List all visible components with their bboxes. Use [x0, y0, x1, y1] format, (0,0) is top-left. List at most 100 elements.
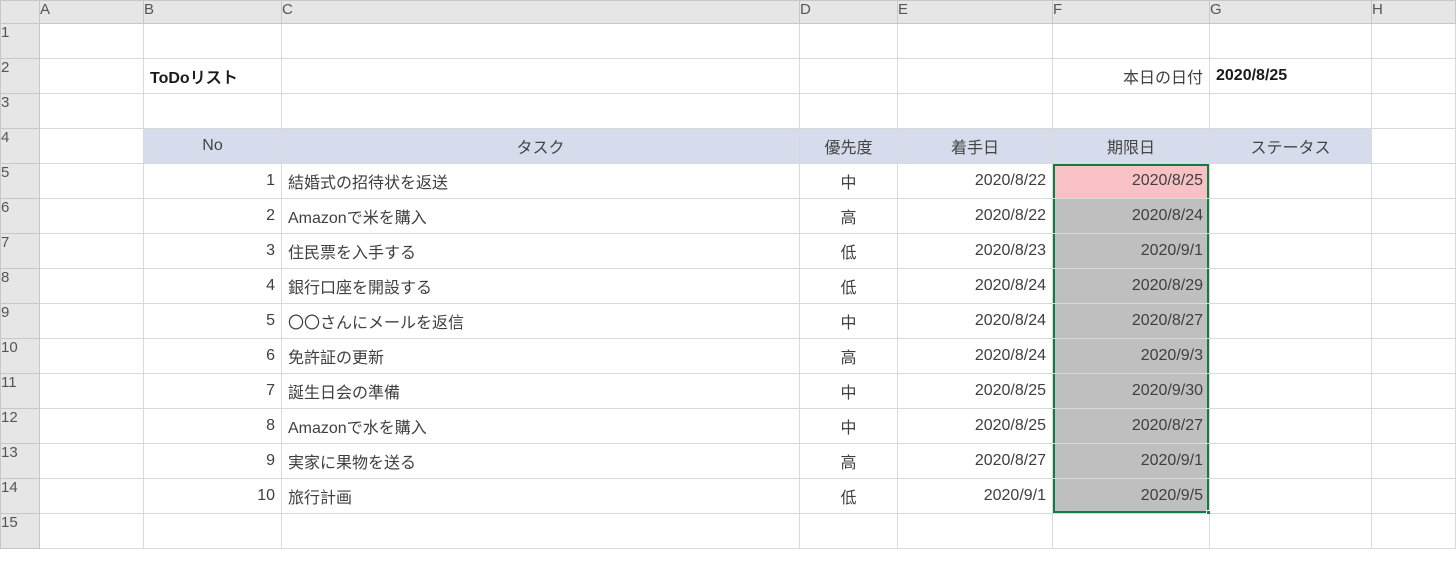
cell-A9[interactable]: [40, 304, 144, 339]
row-header-7[interactable]: 7: [0, 234, 40, 269]
cell-A14[interactable]: [40, 479, 144, 514]
cell-A11[interactable]: [40, 374, 144, 409]
cell-status[interactable]: [1210, 409, 1372, 444]
header-no[interactable]: No: [144, 129, 282, 164]
col-header-G[interactable]: G: [1210, 0, 1372, 24]
header-task[interactable]: タスク: [282, 129, 800, 164]
cell-start[interactable]: 2020/8/23: [898, 234, 1053, 269]
cell-due[interactable]: 2020/9/1: [1053, 234, 1210, 269]
cell-start[interactable]: 2020/9/1: [898, 479, 1053, 514]
cell-status[interactable]: [1210, 479, 1372, 514]
cell-E2[interactable]: [898, 59, 1053, 94]
cell-priority[interactable]: 中: [800, 409, 898, 444]
cell-no[interactable]: 2: [144, 199, 282, 234]
cell-H2[interactable]: [1372, 59, 1456, 94]
cell-A2[interactable]: [40, 59, 144, 94]
cell-no[interactable]: 4: [144, 269, 282, 304]
cell-no[interactable]: 6: [144, 339, 282, 374]
cell-due[interactable]: 2020/8/29: [1053, 269, 1210, 304]
cell-priority[interactable]: 中: [800, 164, 898, 199]
cell-priority[interactable]: 中: [800, 374, 898, 409]
cell-no[interactable]: 1: [144, 164, 282, 199]
cell-C15[interactable]: [282, 514, 800, 549]
cell-no[interactable]: 10: [144, 479, 282, 514]
cell-A6[interactable]: [40, 199, 144, 234]
cell-start[interactable]: 2020/8/27: [898, 444, 1053, 479]
cell-task[interactable]: 〇〇さんにメールを返信: [282, 304, 800, 339]
cell-H5[interactable]: [1372, 164, 1456, 199]
cell-F2-today-label[interactable]: 本日の日付: [1053, 59, 1210, 94]
col-header-C[interactable]: C: [282, 0, 800, 24]
header-priority[interactable]: 優先度: [800, 129, 898, 164]
cell-due[interactable]: 2020/8/25: [1053, 164, 1210, 199]
header-start[interactable]: 着手日: [898, 129, 1053, 164]
cell-A10[interactable]: [40, 339, 144, 374]
cell-due[interactable]: 2020/9/5: [1053, 479, 1210, 514]
cell-H6[interactable]: [1372, 199, 1456, 234]
cell-start[interactable]: 2020/8/24: [898, 269, 1053, 304]
cell-F15[interactable]: [1053, 514, 1210, 549]
cell-status[interactable]: [1210, 199, 1372, 234]
cell-no[interactable]: 5: [144, 304, 282, 339]
cell-A1[interactable]: [40, 24, 144, 59]
col-header-D[interactable]: D: [800, 0, 898, 24]
cell-priority[interactable]: 中: [800, 304, 898, 339]
cell-H3[interactable]: [1372, 94, 1456, 129]
cell-G3[interactable]: [1210, 94, 1372, 129]
cell-task[interactable]: 実家に果物を送る: [282, 444, 800, 479]
cell-task[interactable]: Amazonで水を購入: [282, 409, 800, 444]
cell-H15[interactable]: [1372, 514, 1456, 549]
cell-due[interactable]: 2020/8/27: [1053, 304, 1210, 339]
cell-D1[interactable]: [800, 24, 898, 59]
cell-start[interactable]: 2020/8/25: [898, 374, 1053, 409]
cell-C2[interactable]: [282, 59, 800, 94]
cell-B1[interactable]: [144, 24, 282, 59]
row-header-13[interactable]: 13: [0, 444, 40, 479]
header-status[interactable]: ステータス: [1210, 129, 1372, 164]
cell-F3[interactable]: [1053, 94, 1210, 129]
cell-due[interactable]: 2020/9/3: [1053, 339, 1210, 374]
cell-due[interactable]: 2020/9/1: [1053, 444, 1210, 479]
row-header-5[interactable]: 5: [0, 164, 40, 199]
col-header-E[interactable]: E: [898, 0, 1053, 24]
cell-due[interactable]: 2020/8/27: [1053, 409, 1210, 444]
cell-task[interactable]: 旅行計画: [282, 479, 800, 514]
cell-no[interactable]: 9: [144, 444, 282, 479]
cell-A3[interactable]: [40, 94, 144, 129]
row-header-1[interactable]: 1: [0, 24, 40, 59]
header-due[interactable]: 期限日: [1053, 129, 1210, 164]
row-header-15[interactable]: 15: [0, 514, 40, 549]
col-header-F[interactable]: F: [1053, 0, 1210, 24]
cell-H14[interactable]: [1372, 479, 1456, 514]
cell-priority[interactable]: 高: [800, 444, 898, 479]
cell-due[interactable]: 2020/9/30: [1053, 374, 1210, 409]
col-header-A[interactable]: A: [40, 0, 144, 24]
cell-C3[interactable]: [282, 94, 800, 129]
cell-priority[interactable]: 低: [800, 269, 898, 304]
cell-A5[interactable]: [40, 164, 144, 199]
cell-start[interactable]: 2020/8/22: [898, 164, 1053, 199]
cell-G2-today-value[interactable]: 2020/8/25: [1210, 59, 1372, 94]
cell-no[interactable]: 8: [144, 409, 282, 444]
row-header-11[interactable]: 11: [0, 374, 40, 409]
cell-priority[interactable]: 高: [800, 199, 898, 234]
cell-status[interactable]: [1210, 339, 1372, 374]
cell-H9[interactable]: [1372, 304, 1456, 339]
cell-priority[interactable]: 高: [800, 339, 898, 374]
row-header-3[interactable]: 3: [0, 94, 40, 129]
cell-B2-title[interactable]: ToDoリスト: [144, 59, 282, 94]
cell-A12[interactable]: [40, 409, 144, 444]
cell-H11[interactable]: [1372, 374, 1456, 409]
cell-B3[interactable]: [144, 94, 282, 129]
cell-D3[interactable]: [800, 94, 898, 129]
row-header-10[interactable]: 10: [0, 339, 40, 374]
cell-start[interactable]: 2020/8/25: [898, 409, 1053, 444]
cell-priority[interactable]: 低: [800, 479, 898, 514]
cell-task[interactable]: 結婚式の招待状を返送: [282, 164, 800, 199]
cell-status[interactable]: [1210, 374, 1372, 409]
cell-A4[interactable]: [40, 129, 144, 164]
row-header-2[interactable]: 2: [0, 59, 40, 94]
cell-task[interactable]: Amazonで米を購入: [282, 199, 800, 234]
cell-status[interactable]: [1210, 269, 1372, 304]
cell-A15[interactable]: [40, 514, 144, 549]
